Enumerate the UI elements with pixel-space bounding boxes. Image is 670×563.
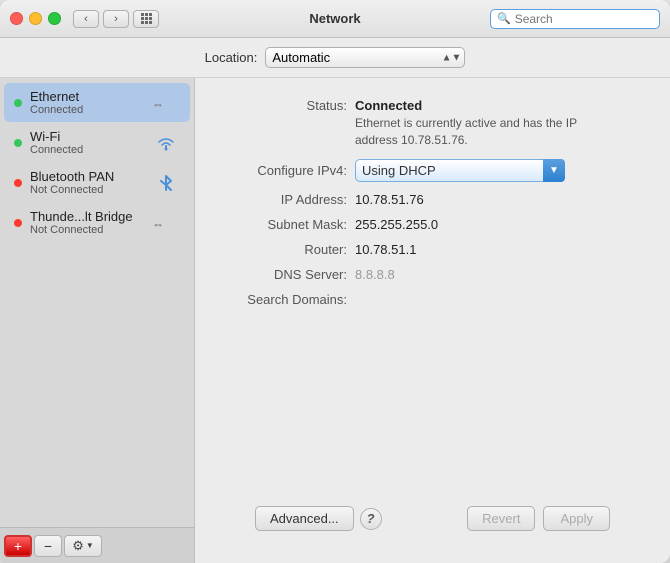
configure-ipv4-row: Configure IPv4: Using DHCP Manually Usin… (225, 159, 640, 182)
ip-value: 10.78.51.76 (355, 192, 424, 207)
router-row: Router: 10.78.51.1 (225, 242, 640, 257)
subnet-label: Subnet Mask: (225, 217, 355, 232)
status-row: Status: Connected Ethernet is currently … (225, 98, 640, 149)
status-block: Connected Ethernet is currently active a… (355, 98, 585, 149)
titlebar: ‹ › Network 🔍 (0, 0, 670, 38)
thunderbolt-status: Not Connected (30, 224, 144, 236)
bluetooth-status: Not Connected (30, 184, 144, 196)
ethernet-status: Connected (30, 104, 144, 116)
sidebar-item-wifi[interactable]: Wi-Fi Connected (4, 123, 190, 162)
location-bar: Location: Automatic ▲▼ (0, 38, 670, 78)
minimize-button[interactable] (29, 12, 42, 25)
svg-text:⇔: ⇔ (152, 97, 164, 111)
configure-ipv4-select[interactable]: Using DHCP Manually Using BootP Off (355, 159, 565, 182)
sidebar-item-ethernet[interactable]: Ethernet Connected ⇔ (4, 83, 190, 122)
search-box[interactable]: 🔍 (490, 9, 660, 29)
thunderbolt-status-dot (14, 219, 22, 227)
window-title: Network (309, 11, 360, 26)
ethernet-status-dot (14, 99, 22, 107)
bluetooth-icon (152, 173, 180, 193)
search-domains-label: Search Domains: (225, 292, 355, 307)
bluetooth-status-dot (14, 179, 22, 187)
ip-address-row: IP Address: 10.78.51.76 (225, 192, 640, 207)
wifi-text: Wi-Fi Connected (30, 129, 144, 156)
router-value: 10.78.51.1 (355, 242, 416, 257)
wifi-status-dot (14, 139, 22, 147)
location-select[interactable]: Automatic (265, 47, 465, 68)
grid-icon (141, 13, 152, 24)
grid-button[interactable] (133, 10, 159, 28)
forward-button[interactable]: › (103, 10, 129, 28)
close-button[interactable] (10, 12, 23, 25)
location-select-wrapper: Automatic ▲▼ (265, 47, 465, 68)
configure-label: Configure IPv4: (225, 163, 355, 178)
ethernet-text: Ethernet Connected (30, 89, 144, 116)
wifi-icon (152, 133, 180, 153)
thunderbolt-icon: ⇔ (152, 213, 180, 233)
bluetooth-name: Bluetooth PAN (30, 169, 144, 184)
location-label: Location: (205, 50, 258, 65)
sidebar: Ethernet Connected ⇔ Wi-Fi Connected (0, 78, 195, 563)
help-button[interactable]: ? (360, 508, 382, 530)
network-window: ‹ › Network 🔍 Location: Automatic ▲▼ (0, 0, 670, 563)
bottom-left: Advanced... ? (255, 506, 382, 531)
sidebar-toolbar: + − ⚙ ▼ (0, 527, 194, 563)
bottom-bar: Advanced... ? Revert Apply (225, 498, 640, 543)
detail-panel: Status: Connected Ethernet is currently … (195, 78, 670, 563)
advanced-button[interactable]: Advanced... (255, 506, 354, 531)
gear-dropdown-arrow: ▼ (86, 541, 94, 550)
wifi-name: Wi-Fi (30, 129, 144, 144)
thunderbolt-name: Thunde...lt Bridge (30, 209, 144, 224)
detail-rows: Status: Connected Ethernet is currently … (225, 98, 640, 498)
status-description: Ethernet is currently active and has the… (355, 115, 585, 149)
thunderbolt-arrows-icon: ⇔ (152, 214, 180, 232)
gear-icon: ⚙ (72, 538, 84, 554)
bluetooth-text: Bluetooth PAN Not Connected (30, 169, 144, 196)
thunderbolt-text: Thunde...lt Bridge Not Connected (30, 209, 144, 236)
wifi-signal-icon (155, 134, 177, 152)
wifi-status: Connected (30, 144, 144, 156)
svg-text:⇔: ⇔ (152, 217, 164, 231)
back-button[interactable]: ‹ (73, 10, 99, 28)
router-label: Router: (225, 242, 355, 257)
search-input[interactable] (515, 12, 645, 26)
sidebar-item-thunderbolt[interactable]: Thunde...lt Bridge Not Connected ⇔ (4, 203, 190, 242)
network-settings-button[interactable]: ⚙ ▼ (64, 535, 102, 557)
subnet-value: 255.255.255.0 (355, 217, 438, 232)
bottom-full-row: Advanced... ? Revert Apply (255, 506, 610, 531)
nav-buttons: ‹ › (73, 10, 129, 28)
dns-value: 8.8.8.8 (355, 267, 395, 282)
dns-server-row: DNS Server: 8.8.8.8 (225, 267, 640, 282)
dns-label: DNS Server: (225, 267, 355, 282)
add-network-button[interactable]: + (4, 535, 32, 557)
revert-button[interactable]: Revert (467, 506, 535, 531)
bottom-right: Revert Apply (467, 506, 610, 531)
ethernet-arrows-icon: ⇔ (152, 94, 180, 112)
search-domains-row: Search Domains: (225, 292, 640, 307)
configure-select-wrapper: Using DHCP Manually Using BootP Off ▼ (355, 159, 565, 182)
sidebar-list: Ethernet Connected ⇔ Wi-Fi Connected (0, 78, 194, 527)
sidebar-item-bluetooth[interactable]: Bluetooth PAN Not Connected (4, 163, 190, 202)
ethernet-icon: ⇔ (152, 93, 180, 113)
search-icon: 🔍 (497, 12, 511, 25)
apply-button[interactable]: Apply (543, 506, 610, 531)
ip-label: IP Address: (225, 192, 355, 207)
bluetooth-symbol-icon (155, 174, 177, 192)
status-value: Connected (355, 98, 585, 113)
status-label: Status: (225, 98, 355, 113)
subnet-mask-row: Subnet Mask: 255.255.255.0 (225, 217, 640, 232)
ethernet-name: Ethernet (30, 89, 144, 104)
maximize-button[interactable] (48, 12, 61, 25)
remove-network-button[interactable]: − (34, 535, 62, 557)
traffic-lights (10, 12, 61, 25)
main-content: Ethernet Connected ⇔ Wi-Fi Connected (0, 78, 670, 563)
